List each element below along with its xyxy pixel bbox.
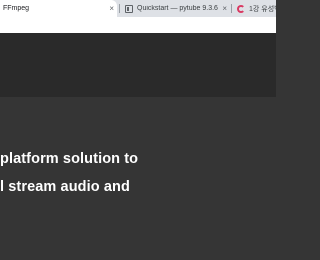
hero-text-line: l stream audio and — [0, 179, 130, 195]
browser-tab-bar: FFmpeg × Quickstart — pytube 9.3.6 doc ×… — [0, 0, 276, 33]
tab-ffmpeg[interactable]: FFmpeg × — [0, 0, 117, 17]
swirl-logo-icon — [237, 4, 245, 13]
hero-section: platform solution to l stream audio and — [0, 97, 276, 260]
site-header-bar — [0, 33, 276, 97]
close-tab-icon[interactable]: × — [106, 4, 117, 13]
tab-divider — [119, 4, 120, 13]
close-tab-icon[interactable]: × — [219, 4, 230, 13]
tab-pytube-quickstart[interactable]: Quickstart — pytube 9.3.6 doc × — [121, 0, 230, 17]
tab-divider — [231, 4, 232, 13]
toolbar-strip — [0, 17, 276, 33]
document-icon — [125, 4, 133, 13]
hero-text-line: platform solution to — [0, 151, 139, 167]
tab-lecture[interactable]: 1강 유성백 — [233, 0, 276, 17]
tab-title: 1강 유성백 — [249, 5, 276, 13]
tab-title: FFmpeg — [3, 5, 30, 12]
tab-title: Quickstart — pytube 9.3.6 doc — [137, 5, 219, 12]
